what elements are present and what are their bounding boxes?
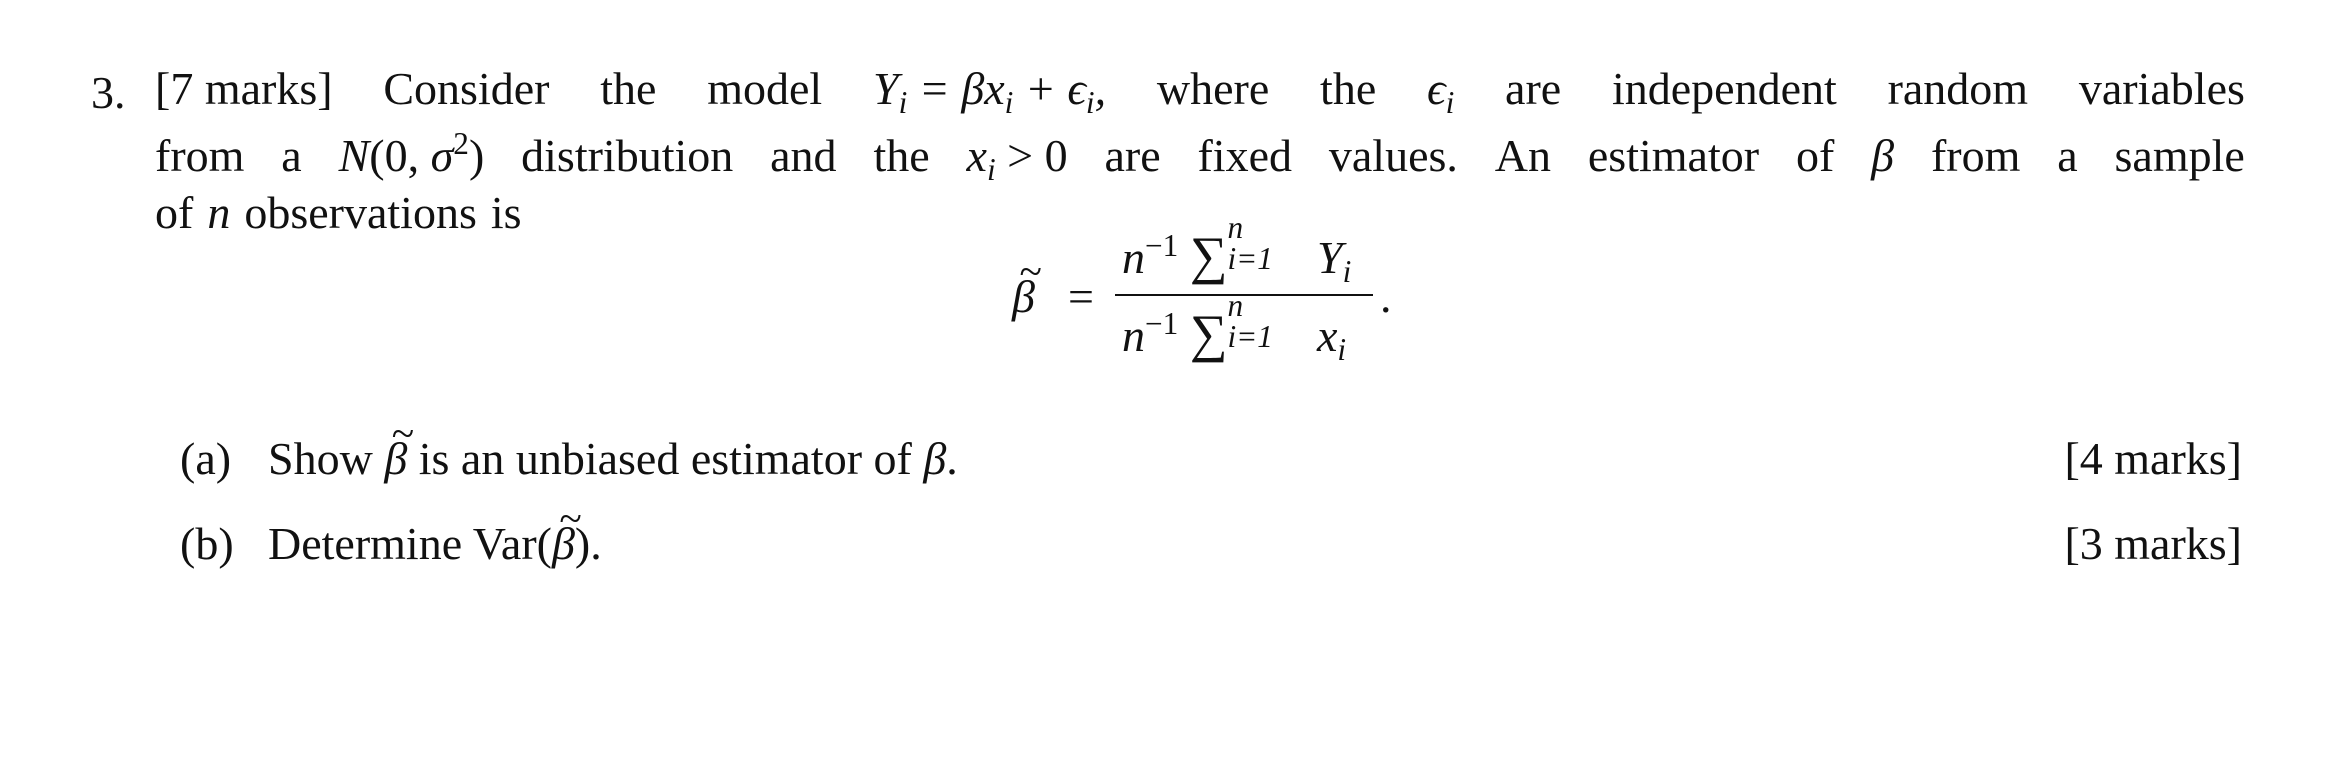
equals-sign: = — [1068, 271, 1094, 322]
word: random — [1887, 63, 2029, 114]
word: An — [1494, 130, 1551, 182]
part-b-label: (b) — [180, 518, 234, 569]
exam-question-page: 3. [7 marks] Consider the model Yi = βxi… — [0, 0, 2329, 757]
estimator-formula: β = n−1 ∑ni=1 Yi n−1 ∑ni=1 xi . — [1010, 209, 1410, 367]
question-text-line-1: [7 marks] Consider the model Yi = βxi + … — [155, 63, 2245, 120]
formula-period: . — [1380, 271, 1392, 322]
word: where — [1156, 63, 1270, 114]
sum-symbol: ∑ — [1189, 227, 1228, 285]
part-b-marks: [3 marks] — [2064, 518, 2242, 569]
word: is — [490, 187, 522, 238]
part-a-marks: [4 marks] — [2064, 433, 2242, 484]
formula-denominator: n−1 ∑ n i=1 xi — [1122, 287, 1347, 367]
word: observations — [244, 187, 477, 238]
beta-tilde: β — [384, 409, 414, 485]
model-equation: Yi = βxi + ϵi, — [873, 63, 1107, 120]
part-a-text: Show β is an unbiased estimator of β. — [268, 409, 958, 485]
part-a-label: (a) — [180, 433, 232, 484]
word: are — [1505, 63, 1562, 114]
x-positive-condition: xi > 0 — [966, 130, 1068, 187]
word: are — [1104, 130, 1161, 182]
formula-numerator: n−1 ∑ n i=1 Yi — [1122, 209, 1352, 289]
beta-symbol: β — [1871, 130, 1895, 182]
word: the — [873, 130, 930, 182]
question-number: 3. — [91, 67, 126, 118]
word: and — [770, 130, 837, 182]
word: the — [600, 63, 657, 114]
word: of — [155, 187, 194, 238]
word: values. — [1328, 130, 1458, 182]
word: from — [155, 130, 245, 182]
normal-distribution: N(0, σ2) — [338, 126, 485, 182]
word: a — [2057, 130, 2078, 182]
word: of — [1795, 130, 1835, 182]
word: fixed — [1197, 130, 1292, 182]
word: from — [1930, 130, 2021, 182]
beta-tilde: β — [1012, 247, 1042, 323]
word: distribution — [521, 130, 734, 182]
word: variables — [2078, 63, 2245, 114]
beta-tilde: β — [552, 494, 582, 570]
word: model — [707, 63, 823, 114]
n-symbol: n — [207, 187, 231, 238]
epsilon-symbol: ϵi — [1427, 63, 1455, 120]
word: estimator — [1587, 130, 1760, 182]
sum-symbol: ∑ — [1189, 305, 1228, 363]
fraction-bar — [1115, 294, 1373, 296]
marks-label: [7 marks] — [155, 63, 333, 114]
word: sample — [2114, 130, 2245, 182]
word: Consider — [383, 63, 550, 114]
word: a — [281, 130, 302, 182]
part-b-text: Determine Var(β). — [268, 494, 602, 570]
word: independent — [1611, 63, 1837, 114]
question-text-line-2: from a N(0, σ2) distribution and the xi … — [155, 128, 2245, 185]
word: the — [1320, 63, 1377, 114]
